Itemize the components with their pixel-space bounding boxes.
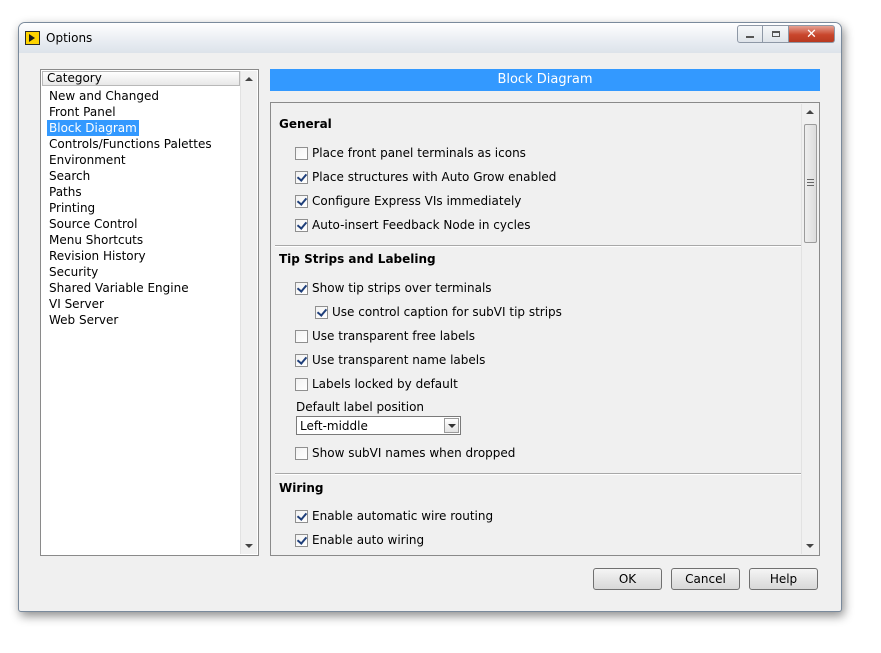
scroll-up-icon[interactable] [245, 77, 253, 81]
option-show-subvi-names[interactable]: Show subVI names when dropped [295, 445, 515, 461]
option-auto-wire-routing[interactable]: Enable automatic wire routing [295, 508, 493, 524]
checkbox-icon[interactable] [295, 281, 308, 295]
option-auto-wiring[interactable]: Enable auto wiring [295, 532, 424, 548]
category-item-vi-server[interactable]: VI Server [47, 296, 214, 312]
labview-app-icon [25, 31, 40, 45]
label-position-label: Default label position [296, 400, 425, 414]
scroll-down-icon[interactable] [806, 544, 814, 548]
scroll-up-icon[interactable] [806, 110, 814, 114]
minimize-button[interactable] [737, 25, 763, 43]
category-list[interactable]: Category New and Changed Front Panel Blo… [40, 69, 259, 556]
category-items: New and Changed Front Panel Block Diagra… [47, 88, 214, 328]
option-configure-express-vis[interactable]: Configure Express VIs immediately [295, 193, 521, 209]
panel-title: Block Diagram [270, 69, 820, 91]
scroll-down-icon[interactable] [245, 544, 253, 548]
category-item-new-and-changed[interactable]: New and Changed [47, 88, 214, 104]
close-button[interactable]: ✕ [789, 25, 835, 43]
checkbox-icon[interactable] [295, 533, 308, 547]
option-transparent-free-labels[interactable]: Use transparent free labels [295, 328, 475, 344]
maximize-button[interactable] [763, 25, 789, 43]
options-dialog: Options ✕ Category New and Changed Front… [18, 22, 842, 612]
category-item-web-server[interactable]: Web Server [47, 312, 214, 328]
section-tips-heading: Tip Strips and Labeling [279, 252, 436, 266]
scroll-thumb[interactable] [804, 124, 817, 243]
option-labels-locked[interactable]: Labels locked by default [295, 376, 458, 392]
option-show-tip-strips[interactable]: Show tip strips over terminals [295, 280, 492, 296]
checkbox-icon[interactable] [295, 329, 308, 343]
checkbox-icon[interactable] [295, 353, 308, 367]
close-icon: ✕ [806, 26, 817, 42]
maximize-icon [771, 31, 780, 37]
category-item-revision-history[interactable]: Revision History [47, 248, 214, 264]
label-position-value: Left-middle [300, 419, 368, 433]
minimize-icon [746, 35, 754, 38]
category-item-search[interactable]: Search [47, 168, 214, 184]
panel-scrollbar[interactable] [801, 104, 818, 554]
category-item-environment[interactable]: Environment [47, 152, 214, 168]
option-transparent-name-labels[interactable]: Use transparent name labels [295, 352, 485, 368]
checkbox-icon[interactable] [315, 305, 328, 319]
section-divider [275, 245, 801, 247]
category-item-block-diagram[interactable]: Block Diagram [47, 120, 214, 136]
checkbox-icon[interactable] [295, 170, 308, 184]
category-item-printing[interactable]: Printing [47, 200, 214, 216]
category-item-shared-variable-engine[interactable]: Shared Variable Engine [47, 280, 214, 296]
option-place-terminals-as-icons[interactable]: Place front panel terminals as icons [295, 145, 526, 161]
category-item-front-panel[interactable]: Front Panel [47, 104, 214, 120]
chevron-down-icon[interactable] [444, 418, 459, 433]
window-controls: ✕ [737, 25, 835, 43]
help-button[interactable]: Help [749, 568, 818, 590]
option-auto-grow[interactable]: Place structures with Auto Grow enabled [295, 169, 556, 185]
section-general-heading: General [279, 117, 332, 131]
category-item-paths[interactable]: Paths [47, 184, 214, 200]
category-item-controls-functions-palettes[interactable]: Controls/Functions Palettes [47, 136, 214, 152]
checkbox-icon[interactable] [295, 377, 308, 391]
category-item-menu-shortcuts[interactable]: Menu Shortcuts [47, 232, 214, 248]
checkbox-icon[interactable] [295, 194, 308, 208]
category-header[interactable]: Category [42, 71, 240, 86]
checkbox-icon[interactable] [295, 146, 308, 160]
category-item-source-control[interactable]: Source Control [47, 216, 214, 232]
option-auto-insert-feedback[interactable]: Auto-insert Feedback Node in cycles [295, 217, 531, 233]
window-title: Options [46, 31, 93, 45]
label-position-select[interactable]: Left-middle [296, 416, 461, 435]
grip-icon [807, 179, 814, 186]
checkbox-icon[interactable] [295, 446, 308, 460]
option-control-caption-tips[interactable]: Use control caption for subVI tip strips [315, 304, 562, 320]
checkbox-icon[interactable] [295, 509, 308, 523]
section-wiring-heading: Wiring [279, 481, 324, 495]
checkbox-icon[interactable] [295, 218, 308, 232]
cancel-button[interactable]: Cancel [671, 568, 740, 590]
category-item-security[interactable]: Security [47, 264, 214, 280]
category-scrollbar[interactable] [240, 71, 257, 554]
section-divider [275, 473, 801, 475]
settings-panel: General Place front panel terminals as i… [270, 102, 820, 556]
ok-button[interactable]: OK [593, 568, 662, 590]
title-bar[interactable]: Options ✕ [19, 23, 841, 53]
